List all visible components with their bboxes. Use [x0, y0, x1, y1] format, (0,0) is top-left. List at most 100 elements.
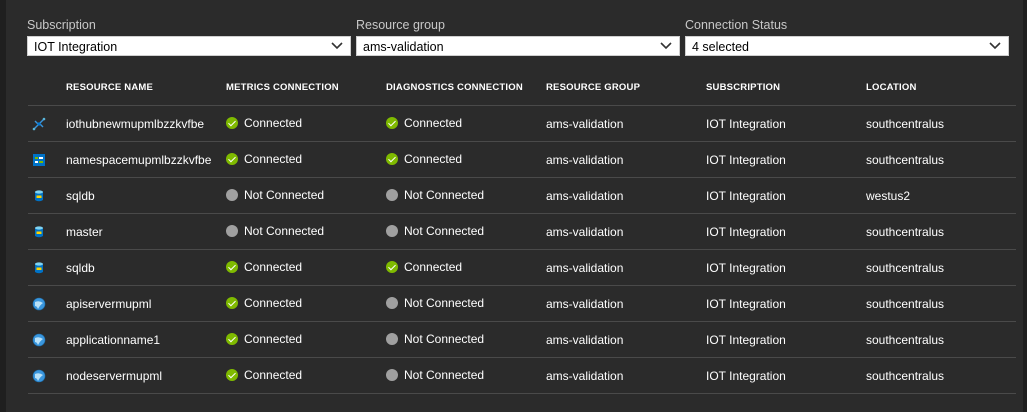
diagnostics-connection-cell: Connected [386, 249, 546, 286]
diagnostics-connection-text: Connected [404, 151, 463, 166]
location-cell: southcentralus [866, 213, 1016, 250]
web-app-icon [28, 332, 46, 347]
diagnostics-connection-text: Connected [404, 115, 463, 130]
resource-group-cell: ams-validation [546, 285, 706, 322]
connected-status-icon [226, 260, 238, 273]
resource-name-cell[interactable]: sqldb [66, 249, 226, 286]
table-header-row: RESOURCE NAME METRICS CONNECTION DIAGNOS… [28, 69, 1016, 106]
diagnostics-connection-cell: Connected [386, 141, 546, 178]
column-header-resource-name[interactable]: RESOURCE NAME [66, 69, 226, 106]
resource-name-cell[interactable]: namespacemupmlbzzkvfbe [66, 141, 226, 178]
resource-type-cell [28, 105, 66, 142]
metrics-connection-cell: Connected [226, 249, 386, 286]
location-cell: westus2 [866, 177, 1016, 214]
location-cell: southcentralus [866, 249, 1016, 286]
connection-status-filter: Connection Status 4 selected [685, 17, 1009, 56]
metrics-connection-cell: Not Connected [226, 177, 386, 214]
subscription-filter: Subscription IOT Integration [27, 17, 351, 56]
metrics-connection-text: Connected [244, 331, 303, 346]
location-cell: southcentralus [866, 357, 1016, 394]
resource-group-cell: ams-validation [546, 177, 706, 214]
location-cell: southcentralus [866, 285, 1016, 322]
diagnostics-connection-text: Not Connected [404, 295, 485, 310]
table-row[interactable]: applicationname1 Connected Not Connected am… [28, 321, 1016, 358]
diagnostics-connection-cell: Not Connected [386, 357, 546, 394]
subscription-value: IOT Integration [34, 40, 118, 54]
metrics-connection-text: Connected [244, 259, 303, 274]
resource-name-cell[interactable]: applicationname1 [66, 321, 226, 358]
resource-type-cell [28, 285, 66, 322]
metrics-connection-cell: Connected [226, 141, 386, 178]
connection-status-select[interactable]: 4 selected [685, 36, 1009, 56]
metrics-connection-text: Connected [244, 151, 303, 166]
metrics-connection-text: Connected [244, 367, 303, 382]
resource-group-cell: ams-validation [546, 357, 706, 394]
table-row[interactable]: apiservermupml Connected Not Connected ams-… [28, 285, 1016, 322]
chevron-down-icon [331, 42, 343, 50]
right-edge [1023, 0, 1027, 412]
not-connected-status-icon [226, 224, 238, 237]
not-connected-status-icon [386, 368, 398, 381]
resource-type-cell [28, 249, 66, 286]
resource-name-cell[interactable]: master [66, 213, 226, 250]
table-row[interactable]: iothubnewmupmlbzzkvfbe Connected Connected… [28, 105, 1016, 142]
subscription-cell: IOT Integration [706, 357, 866, 394]
icon-column-header [28, 69, 66, 106]
column-header-subscription[interactable]: SUBSCRIPTION [706, 69, 866, 106]
web-app-icon [28, 296, 46, 311]
table-row[interactable]: sqldb Connected Connected ams-validation IOT… [28, 249, 1016, 286]
column-header-resource-group[interactable]: RESOURCE GROUP [546, 69, 706, 106]
subscription-cell: IOT Integration [706, 249, 866, 286]
resource-group-cell: ams-validation [546, 105, 706, 142]
subscription-label: Subscription [27, 18, 96, 32]
metrics-connection-cell: Connected [226, 285, 386, 322]
column-header-location[interactable]: LOCATION [866, 69, 1016, 106]
sql-database-icon [28, 224, 46, 238]
diagnostics-connection-cell: Not Connected [386, 213, 546, 250]
resource-group-cell: ams-validation [546, 213, 706, 250]
metrics-connection-cell: Connected [226, 105, 386, 142]
connection-status-value: 4 selected [692, 40, 749, 54]
resource-group-label: Resource group [356, 18, 445, 32]
column-header-metrics-connection[interactable]: METRICS CONNECTION [226, 69, 386, 106]
resource-group-select[interactable]: ams-validation [356, 36, 680, 56]
diagnostics-connection-cell: Connected [386, 105, 546, 142]
metrics-connection-cell: Not Connected [226, 213, 386, 250]
resource-table: RESOURCE NAME METRICS CONNECTION DIAGNOS… [28, 69, 1016, 394]
resource-name-cell[interactable]: nodeservermupml [66, 357, 226, 394]
chevron-down-icon [989, 42, 1001, 50]
diagnostics-connection-text: Connected [404, 259, 463, 274]
table-row[interactable]: nodeservermupml Connected Not Connected ams… [28, 357, 1016, 394]
connected-status-icon [226, 332, 238, 345]
resource-type-cell [28, 321, 66, 358]
column-header-diagnostics-connection[interactable]: DIAGNOSTICS CONNECTION [386, 69, 546, 106]
resource-name-cell[interactable]: sqldb [66, 177, 226, 214]
connected-status-icon [226, 116, 238, 129]
table-row[interactable]: namespacemupmlbzzkvfbe Connected Connected… [28, 141, 1016, 178]
subscription-cell: IOT Integration [706, 141, 866, 178]
chevron-down-icon [660, 42, 672, 50]
not-connected-status-icon [386, 332, 398, 345]
connected-status-icon [226, 368, 238, 381]
not-connected-status-icon [386, 296, 398, 309]
left-edge [0, 0, 6, 412]
table-row[interactable]: master Not Connected Not Connected ams-vali… [28, 213, 1016, 250]
sql-database-icon [28, 260, 46, 274]
not-connected-status-icon [386, 188, 398, 201]
web-app-icon [28, 368, 46, 383]
subscription-cell: IOT Integration [706, 321, 866, 358]
metrics-connection-cell: Connected [226, 321, 386, 358]
table-row[interactable]: sqldb Not Connected Not Connected ams-valid… [28, 177, 1016, 214]
resource-name-cell[interactable]: apiservermupml [66, 285, 226, 322]
resource-group-filter: Resource group ams-validation [356, 17, 680, 56]
subscription-select[interactable]: IOT Integration [27, 36, 351, 56]
diagnostics-connection-text: Not Connected [404, 223, 485, 238]
resource-group-cell: ams-validation [546, 141, 706, 178]
connected-status-icon [386, 116, 398, 129]
resource-type-cell [28, 177, 66, 214]
resource-type-cell [28, 141, 66, 178]
resource-name-cell[interactable]: iothubnewmupmlbzzkvfbe [66, 105, 226, 142]
connected-status-icon [226, 152, 238, 165]
connected-status-icon [386, 152, 398, 165]
location-cell: southcentralus [866, 321, 1016, 358]
